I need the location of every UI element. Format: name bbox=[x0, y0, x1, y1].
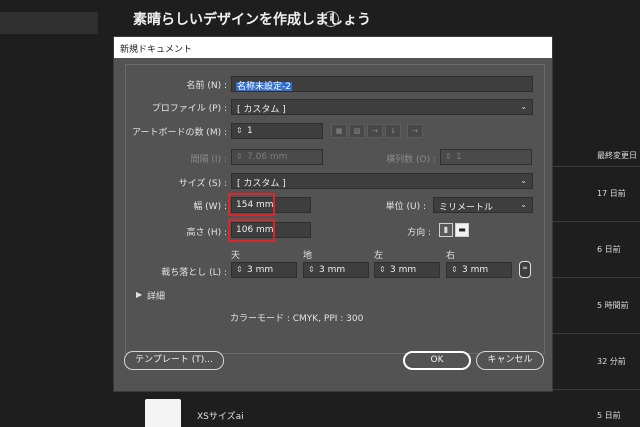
last-modified-column-header[interactable]: 最終変更日 bbox=[597, 150, 637, 161]
modified-time: 5 日前 bbox=[597, 411, 621, 420]
portrait-icon[interactable]: ▮ bbox=[439, 223, 453, 237]
chevron-down-icon: ⌄ bbox=[520, 102, 527, 111]
width-highlight-box bbox=[228, 193, 275, 216]
info-icon[interactable]: i bbox=[323, 11, 339, 27]
units-select[interactable]: ミリメートル ⌄ bbox=[433, 197, 533, 213]
bleed-top-label: 天 bbox=[231, 251, 241, 261]
height-highlight-box bbox=[228, 219, 275, 242]
units-value: ミリメートル bbox=[439, 203, 494, 213]
dialog-title[interactable]: 新規ドキュメント bbox=[114, 37, 552, 58]
color-mode-info: カラーモード : CMYK, PPI : 300 bbox=[230, 314, 364, 324]
right-to-left-icon[interactable]: → bbox=[407, 124, 423, 138]
chevron-down-icon: ⌄ bbox=[520, 176, 527, 185]
spinner-icon[interactable]: ⇕ bbox=[236, 265, 244, 274]
spacing-label: 間隔 (I) : bbox=[190, 155, 227, 165]
grid-by-column-icon[interactable]: ▧ bbox=[349, 124, 365, 138]
bleed-left-value: 3 mm bbox=[390, 265, 417, 275]
spacing-value: 7.06 mm bbox=[247, 152, 288, 162]
new-document-dialog: 新規ドキュメント 名前 (N) : 名称未設定-2 プロファイル (P) : [… bbox=[113, 36, 553, 392]
bleed-right-value: 3 mm bbox=[462, 265, 489, 275]
row-divider bbox=[552, 277, 640, 278]
columns-input[interactable]: ⇕ 1 bbox=[440, 149, 532, 165]
file-thumbnail[interactable] bbox=[145, 399, 181, 427]
template-button[interactable]: テンプレート (T)... bbox=[124, 351, 224, 370]
bleed-right-label: 右 bbox=[446, 251, 456, 261]
artboard-count-label: アートボードの数 (M) : bbox=[131, 128, 227, 138]
bleed-left-input[interactable]: ⇕ 3 mm bbox=[374, 262, 440, 278]
artboard-count-input[interactable]: ⇕ 1 bbox=[231, 123, 323, 139]
chevron-down-icon: ⌄ bbox=[520, 200, 527, 209]
row-divider bbox=[552, 221, 640, 222]
spinner-icon[interactable]: ⇕ bbox=[236, 126, 244, 135]
size-value: [ カスタム ] bbox=[237, 179, 286, 189]
arrange-by-row-icon[interactable]: → bbox=[367, 124, 383, 138]
profile-label: プロファイル (P) : bbox=[151, 104, 227, 114]
bleed-right-input[interactable]: ⇕ 3 mm bbox=[446, 262, 512, 278]
file-name[interactable]: XSサイズai bbox=[197, 409, 244, 422]
spacing-input[interactable]: ⇕ 7.06 mm bbox=[231, 149, 323, 165]
bleed-label: 裁ち落とし (L) : bbox=[161, 268, 227, 278]
size-select[interactable]: [ カスタム ] ⌄ bbox=[231, 173, 533, 189]
modified-time: 32 分前 bbox=[597, 357, 626, 366]
modified-time: 6 日前 bbox=[597, 245, 621, 254]
row-divider bbox=[552, 333, 640, 334]
size-label: サイズ (S) : bbox=[178, 179, 227, 189]
bleed-bottom-label: 地 bbox=[303, 251, 313, 261]
row-divider bbox=[552, 166, 640, 167]
bleed-top-value: 3 mm bbox=[247, 265, 274, 275]
spinner-icon[interactable]: ⇕ bbox=[236, 152, 244, 161]
profile-select[interactable]: [ カスタム ] ⌄ bbox=[231, 99, 533, 115]
modified-time: 17 日前 bbox=[597, 189, 626, 198]
expand-triangle-icon[interactable]: ▶ bbox=[136, 290, 142, 299]
artboard-count-value: 1 bbox=[247, 126, 253, 136]
bleed-bottom-input[interactable]: ⇕ 3 mm bbox=[303, 262, 369, 278]
grid-by-row-icon[interactable]: ▦ bbox=[331, 124, 347, 138]
row-divider bbox=[552, 389, 640, 390]
orientation-label: 方向 : bbox=[407, 228, 431, 238]
units-label: 単位 (U) : bbox=[385, 202, 426, 212]
columns-label: 横列数 (O) : bbox=[386, 155, 436, 165]
bleed-left-label: 左 bbox=[374, 251, 384, 261]
spinner-icon[interactable]: ⇕ bbox=[451, 265, 459, 274]
width-label: 幅 (W) : bbox=[193, 202, 227, 212]
bleed-bottom-value: 3 mm bbox=[319, 265, 346, 275]
spinner-icon[interactable]: ⇕ bbox=[308, 265, 316, 274]
arrange-by-column-icon[interactable]: ↓ bbox=[385, 124, 401, 138]
details-toggle[interactable]: 詳細 bbox=[147, 289, 165, 302]
landscape-icon[interactable]: ▬ bbox=[455, 223, 469, 237]
cancel-button[interactable]: キャンセル bbox=[476, 351, 544, 370]
columns-value: 1 bbox=[456, 152, 462, 162]
height-label: 高さ (H) : bbox=[186, 228, 227, 238]
name-label: 名前 (N) : bbox=[186, 81, 227, 91]
name-value: 名称未設定-2 bbox=[236, 82, 292, 92]
ok-button[interactable]: OK bbox=[403, 351, 471, 370]
sidebar-item[interactable] bbox=[0, 12, 98, 34]
bleed-top-input[interactable]: ⇕ 3 mm bbox=[231, 262, 297, 278]
link-chain-icon[interactable]: ∞ bbox=[519, 261, 531, 278]
name-input[interactable]: 名称未設定-2 bbox=[231, 76, 533, 92]
profile-value: [ カスタム ] bbox=[237, 105, 286, 115]
spinner-icon[interactable]: ⇕ bbox=[445, 152, 453, 161]
spinner-icon[interactable]: ⇕ bbox=[379, 265, 387, 274]
modified-time: 5 時間前 bbox=[597, 301, 629, 310]
